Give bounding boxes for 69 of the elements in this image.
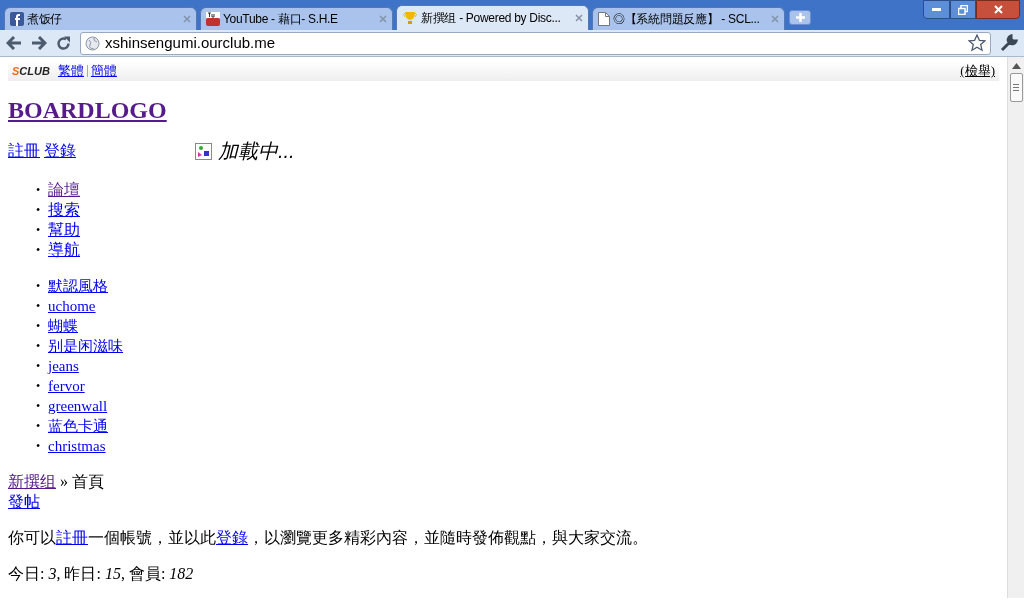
globe-icon bbox=[85, 35, 100, 51]
list-bullet: • bbox=[35, 318, 42, 335]
list-bullet: • bbox=[35, 358, 42, 375]
new-tab-button[interactable] bbox=[789, 10, 811, 25]
welcome-text: 你可以註冊一個帳號，並以此登錄，以瀏覽更多精彩內容，並隨時發佈觀點，與大家交流。 bbox=[8, 528, 649, 548]
facebook-icon bbox=[10, 12, 24, 26]
star-icon[interactable] bbox=[968, 34, 986, 52]
restore-icon bbox=[958, 4, 968, 15]
breadcrumb-current: 首頁 bbox=[72, 472, 104, 492]
nav-link[interactable]: 導航 bbox=[48, 240, 80, 260]
minimize-icon bbox=[932, 8, 941, 11]
style-link[interactable]: 别是闲滋味 bbox=[48, 336, 123, 356]
address-bar[interactable]: xshinsengumi.ourclub.me bbox=[80, 31, 991, 55]
nav-link[interactable]: 搜索 bbox=[48, 200, 80, 220]
list-bullet: • bbox=[35, 182, 42, 199]
list-bullet: • bbox=[35, 338, 42, 355]
restore-button[interactable] bbox=[950, 0, 976, 19]
style-link[interactable]: christmas bbox=[48, 436, 106, 456]
scroll-thumb[interactable] bbox=[1009, 73, 1023, 102]
list-bullet: • bbox=[35, 278, 42, 295]
list-bullet: • bbox=[35, 398, 42, 415]
report-link[interactable]: (檢舉) bbox=[960, 61, 995, 81]
minimize-button[interactable] bbox=[923, 0, 950, 19]
register-link[interactable]: 登錄 bbox=[216, 529, 248, 546]
nav-link[interactable]: 幫助 bbox=[48, 220, 80, 240]
list-bullet: • bbox=[35, 202, 42, 219]
style-link[interactable]: fervor bbox=[48, 376, 85, 396]
user-link[interactable]: 登錄 bbox=[44, 139, 76, 163]
list-bullet: • bbox=[35, 298, 42, 315]
style-link[interactable]: jeans bbox=[48, 356, 79, 376]
post-link[interactable]: 發帖 bbox=[8, 492, 40, 512]
broken-image-icon bbox=[195, 142, 212, 160]
list-bullet: • bbox=[35, 418, 42, 435]
plus-icon bbox=[795, 13, 805, 22]
breadcrumb-link[interactable]: 新撰组 bbox=[8, 472, 56, 492]
wrench-icon[interactable] bbox=[1000, 34, 1018, 52]
trophy-icon bbox=[402, 11, 418, 25]
youtube-icon bbox=[206, 12, 220, 26]
list-bullet: • bbox=[35, 378, 42, 395]
browser-tab[interactable]: YouTube - 藉口- S.H.E bbox=[200, 7, 393, 30]
url-text: xshinsengumi.ourclub.me bbox=[105, 32, 277, 53]
user-link[interactable]: 註冊 bbox=[8, 139, 40, 163]
style-link[interactable]: uchome bbox=[48, 296, 96, 316]
browser-tab[interactable]: 煮饭仔 bbox=[4, 7, 197, 30]
close-button[interactable] bbox=[976, 0, 1020, 19]
back-icon[interactable] bbox=[6, 36, 22, 50]
nav-link[interactable]: 論壇 bbox=[48, 180, 80, 200]
style-link[interactable]: greenwall bbox=[48, 396, 108, 416]
language-link[interactable]: 繁體 bbox=[57, 61, 84, 81]
browser-tab[interactable]: 新撰组 - Powered by Disc... bbox=[396, 5, 589, 30]
stats-text: 今日: 3, 昨日: 15, 會員: 182 bbox=[8, 564, 195, 584]
list-bullet: • bbox=[35, 438, 42, 455]
register-link[interactable]: 註冊 bbox=[56, 529, 88, 546]
style-link[interactable]: 蓝色卡通 bbox=[48, 416, 108, 436]
list-bullet: • bbox=[35, 222, 42, 239]
reload-icon[interactable] bbox=[56, 35, 71, 51]
style-link[interactable]: 默認風格 bbox=[48, 276, 108, 296]
style-link[interactable]: 蝴蝶 bbox=[48, 316, 78, 336]
sclub-logo: SCLUB bbox=[12, 63, 50, 79]
scroll-up-icon[interactable] bbox=[1011, 63, 1021, 69]
loading-link[interactable]: 加載中... bbox=[218, 136, 295, 166]
page-icon bbox=[598, 12, 610, 26]
forward-icon[interactable] bbox=[31, 36, 47, 50]
language-link[interactable]: 簡體 bbox=[90, 61, 117, 81]
close-icon bbox=[993, 5, 1003, 14]
breadcrumb-separator: » bbox=[60, 472, 68, 492]
board-logo-link[interactable]: BOARDLOGO bbox=[8, 96, 167, 124]
browser-tab[interactable]: ◎【系統問題反應】 - SCL... bbox=[592, 7, 785, 30]
list-bullet: • bbox=[35, 242, 42, 259]
